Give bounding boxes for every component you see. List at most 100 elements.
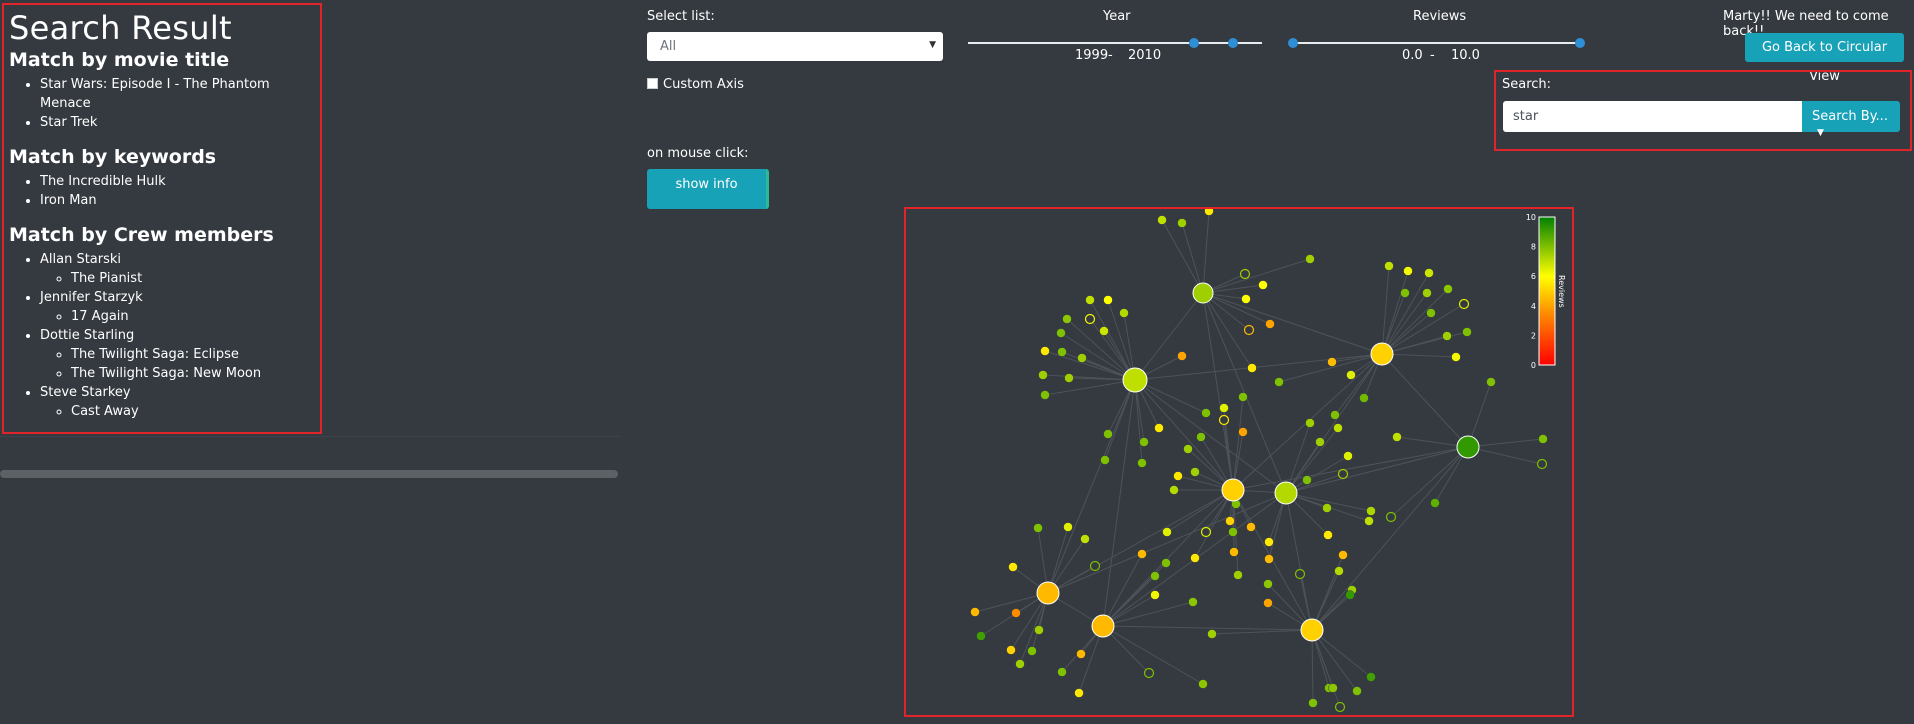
movie-node[interactable] bbox=[1177, 351, 1187, 361]
movie-node[interactable] bbox=[1265, 319, 1275, 329]
result-subitem[interactable]: The Twilight Saga: New Moon bbox=[71, 364, 320, 383]
network-graph[interactable]: 10 8 6 4 2 0 Reviews bbox=[906, 209, 1572, 715]
movie-node[interactable] bbox=[1305, 418, 1315, 428]
result-item[interactable]: Iron Man bbox=[40, 191, 320, 210]
movie-node[interactable] bbox=[1294, 568, 1306, 580]
movie-node[interactable] bbox=[1076, 649, 1086, 659]
movie-node[interactable] bbox=[1302, 475, 1312, 485]
movie-node[interactable] bbox=[1190, 467, 1200, 477]
movie-node[interactable] bbox=[1305, 254, 1315, 264]
movie-node[interactable] bbox=[1384, 261, 1394, 271]
movie-node[interactable] bbox=[976, 631, 986, 641]
list-select[interactable]: All ▼ bbox=[647, 32, 943, 61]
movie-node[interactable] bbox=[1183, 444, 1193, 454]
result-item[interactable]: Star Wars: Episode I - The Phantom Menac… bbox=[40, 75, 320, 113]
movie-node[interactable] bbox=[1056, 328, 1066, 338]
movie-node[interactable] bbox=[1011, 608, 1021, 618]
movie-node[interactable] bbox=[1006, 645, 1016, 655]
movie-hub-node[interactable] bbox=[1300, 618, 1324, 642]
movie-node[interactable] bbox=[1161, 558, 1171, 568]
movie-node[interactable] bbox=[1038, 370, 1048, 380]
movie-node[interactable] bbox=[970, 607, 980, 617]
movie-node[interactable] bbox=[1150, 590, 1160, 600]
movie-node[interactable] bbox=[1359, 393, 1369, 403]
movie-node[interactable] bbox=[1264, 554, 1274, 564]
movie-hub-node[interactable] bbox=[1370, 342, 1394, 366]
movie-node[interactable] bbox=[1462, 327, 1472, 337]
movie-node[interactable] bbox=[1322, 503, 1332, 513]
movie-node[interactable] bbox=[1228, 527, 1238, 537]
movie-hub-node[interactable] bbox=[1122, 367, 1148, 393]
horizontal-scrollbar[interactable] bbox=[0, 470, 618, 478]
movie-node[interactable] bbox=[1442, 331, 1452, 341]
movie-node[interactable] bbox=[1198, 679, 1208, 689]
movie-node[interactable] bbox=[1263, 598, 1273, 608]
result-item[interactable]: The Incredible Hulk bbox=[40, 172, 320, 191]
go-back-circular-button[interactable]: Go Back to Circular View bbox=[1745, 33, 1904, 84]
movie-node[interactable] bbox=[1084, 313, 1096, 325]
year-slider-track[interactable] bbox=[968, 42, 1262, 44]
movie-node[interactable] bbox=[1034, 625, 1044, 635]
movie-node[interactable] bbox=[1074, 688, 1084, 698]
movie-node[interactable] bbox=[1201, 408, 1211, 418]
movie-node[interactable] bbox=[1027, 646, 1037, 656]
movie-node[interactable] bbox=[1315, 437, 1325, 447]
movie-hub-node[interactable] bbox=[1192, 282, 1214, 304]
movie-node[interactable] bbox=[1033, 523, 1043, 533]
movie-hub-node[interactable] bbox=[1091, 614, 1115, 638]
movie-node[interactable] bbox=[1204, 209, 1214, 216]
movie-node[interactable] bbox=[1040, 390, 1050, 400]
movie-node[interactable] bbox=[1139, 437, 1149, 447]
movie-node[interactable] bbox=[1137, 549, 1147, 559]
show-info-button[interactable]: show info bbox=[647, 169, 769, 209]
movie-node[interactable] bbox=[1233, 570, 1243, 580]
movie-node[interactable] bbox=[1328, 683, 1338, 693]
movie-node[interactable] bbox=[1150, 571, 1160, 581]
movie-node[interactable] bbox=[1137, 458, 1147, 468]
movie-node[interactable] bbox=[1366, 672, 1376, 682]
movie-node[interactable] bbox=[1333, 423, 1343, 433]
movie-node[interactable] bbox=[1364, 516, 1374, 526]
movie-node[interactable] bbox=[1040, 346, 1050, 356]
movie-node[interactable] bbox=[1422, 288, 1432, 298]
movie-node[interactable] bbox=[1190, 553, 1200, 563]
movie-node[interactable] bbox=[1169, 485, 1179, 495]
movie-node[interactable] bbox=[1338, 550, 1348, 560]
movie-node[interactable] bbox=[1400, 288, 1410, 298]
result-item[interactable]: Star Trek bbox=[40, 113, 320, 132]
movie-node[interactable] bbox=[1246, 522, 1256, 532]
movie-node[interactable] bbox=[1345, 590, 1355, 600]
reviews-slider-track[interactable] bbox=[1292, 42, 1582, 44]
movie-node[interactable] bbox=[1334, 701, 1346, 713]
movie-node[interactable] bbox=[1063, 522, 1073, 532]
movie-node[interactable] bbox=[1274, 377, 1284, 387]
movie-node[interactable] bbox=[1536, 458, 1548, 470]
movie-node[interactable] bbox=[1337, 468, 1349, 480]
movie-node[interactable] bbox=[1008, 562, 1018, 572]
movie-node[interactable] bbox=[1334, 566, 1344, 576]
movie-node[interactable] bbox=[1263, 579, 1273, 589]
year-slider-min-handle[interactable] bbox=[1189, 38, 1199, 48]
movie-node[interactable] bbox=[1173, 471, 1183, 481]
movie-node[interactable] bbox=[1196, 432, 1206, 442]
movie-node[interactable] bbox=[1057, 347, 1067, 357]
movie-node[interactable] bbox=[1103, 295, 1113, 305]
movie-node[interactable] bbox=[1200, 526, 1212, 538]
movie-node[interactable] bbox=[1177, 218, 1187, 228]
movie-node[interactable] bbox=[1219, 403, 1229, 413]
movie-node[interactable] bbox=[1424, 268, 1434, 278]
movie-node[interactable] bbox=[1225, 516, 1235, 526]
result-subitem[interactable]: 17 Again bbox=[71, 307, 320, 326]
movie-node[interactable] bbox=[1015, 659, 1025, 669]
result-item[interactable]: Jennifer Starzyk 17 Again bbox=[40, 288, 320, 326]
movie-node[interactable] bbox=[1458, 298, 1470, 310]
movie-node[interactable] bbox=[1258, 280, 1268, 290]
movie-node[interactable] bbox=[1239, 268, 1251, 280]
movie-node[interactable] bbox=[1426, 308, 1436, 318]
movie-node[interactable] bbox=[1486, 377, 1496, 387]
movie-node[interactable] bbox=[1366, 506, 1376, 516]
movie-node[interactable] bbox=[1323, 530, 1333, 540]
custom-axis-checkbox[interactable] bbox=[647, 78, 658, 89]
reviews-slider-min-handle[interactable] bbox=[1288, 38, 1298, 48]
search-input[interactable]: star bbox=[1503, 101, 1802, 132]
